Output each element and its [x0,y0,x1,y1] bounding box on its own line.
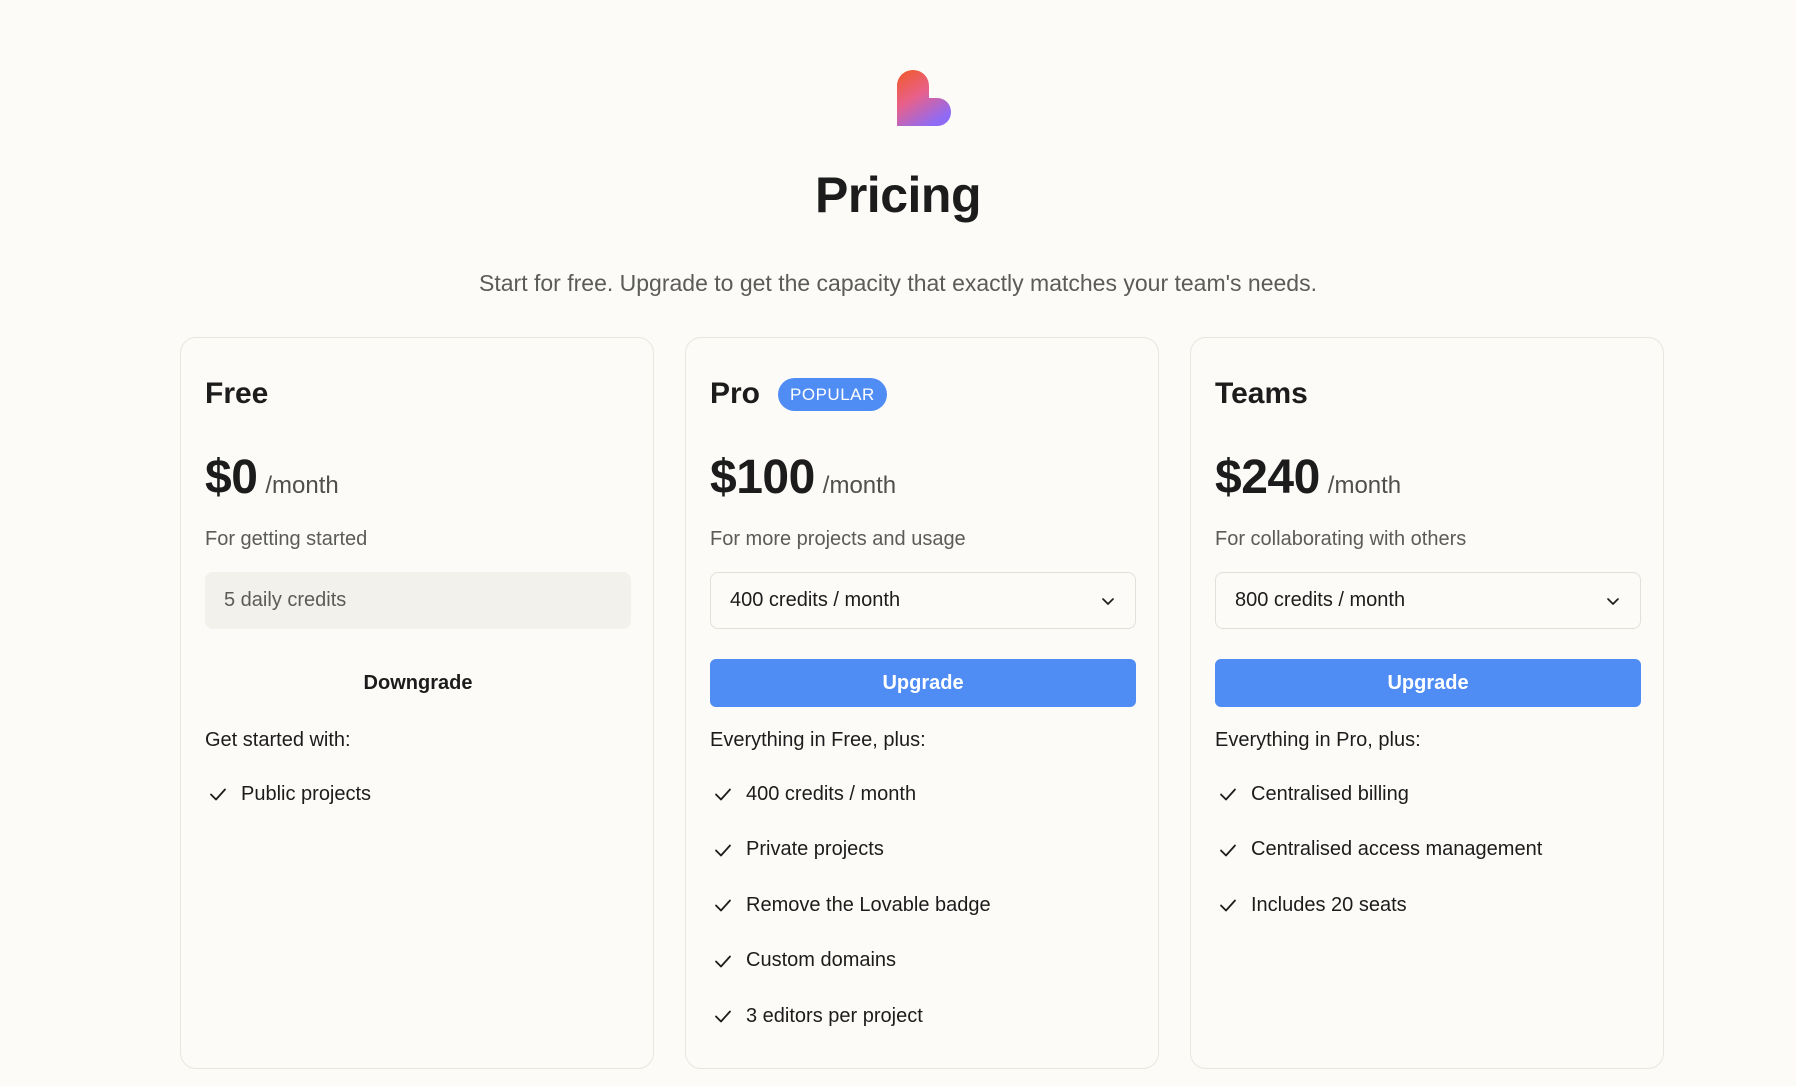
chevron-down-icon [1102,597,1114,605]
includes-heading: Everything in Pro, plus: [1215,729,1421,751]
plan-description: For getting started [205,528,368,550]
credits-select-value: 400 credits / month [730,589,901,611]
plan-description: For collaborating with others [1215,528,1467,550]
plan-price: $100 [710,451,815,504]
feature-list: 400 credits / month Private projects Rem… [710,780,991,1058]
feature-item: Centralised access management [1215,836,1542,864]
chevron-down-icon [1607,597,1619,605]
plan-card-teams: Teams $240 /month For collaborating with… [1190,337,1664,1069]
feature-label: Custom domains [746,949,897,971]
credits-select[interactable]: 800 credits / month [1215,572,1641,629]
page-title: Pricing [815,167,981,223]
price-period: /month [822,472,897,499]
pricing-cards: Free $0 /month For getting started 5 dai… [180,337,1664,1069]
feature-label: 3 editors per project [746,1004,923,1027]
plan-header: Pro POPULAR [710,374,887,414]
price-period: /month [265,472,339,499]
price-row: $240 /month [1215,446,1401,510]
plan-description: For more projects and usage [710,528,966,550]
check-icon [1220,844,1236,856]
check-icon [1220,788,1236,801]
feature-label: Private projects [746,838,884,860]
upgrade-button[interactable]: Upgrade [1215,659,1641,707]
feature-item: 400 credits / month [710,780,991,808]
feature-item: Public projects [205,780,371,808]
plan-price: $0 [205,451,258,504]
plan-card-free: Free $0 /month For getting started 5 dai… [180,337,654,1069]
feature-label: Centralised billing [1251,782,1409,805]
credits-display: 5 daily credits [205,572,631,629]
check-icon [715,844,731,856]
feature-list: Centralised billing Centralised access m… [1215,780,1542,947]
feature-label: Remove the Lovable badge [746,893,991,916]
page-subtitle: Start for free. Upgrade to get the capac… [479,270,1317,296]
downgrade-button[interactable]: Downgrade [205,659,631,707]
feature-item: Includes 20 seats [1215,891,1542,919]
check-icon [715,955,731,967]
upgrade-button[interactable]: Upgrade [710,659,1136,707]
feature-item: 3 editors per project [710,1002,991,1030]
price-row: $100 /month [710,446,896,510]
credits-select[interactable]: 400 credits / month [710,572,1136,629]
plan-name: Teams [1215,377,1308,410]
plan-card-pro: Pro POPULAR $100 /month For more project… [685,337,1159,1069]
check-icon [715,899,731,912]
includes-heading: Get started with: [205,729,351,751]
check-icon [210,788,226,801]
check-icon [715,1010,731,1023]
feature-list: Public projects [205,780,371,836]
feature-item: Custom domains [710,947,991,975]
feature-label: Centralised access management [1251,838,1543,860]
plan-header: Free [205,374,268,414]
plan-header: Teams [1215,374,1308,414]
price-period: /month [1327,472,1402,499]
popular-badge: POPULAR [778,377,887,411]
price-row: $0 /month [205,446,339,510]
credits-select-value: 800 credits / month [1235,589,1406,611]
feature-item: Private projects [710,836,991,864]
includes-heading: Everything in Free, plus: [710,729,926,751]
feature-item: Centralised billing [1215,780,1542,808]
feature-label: Includes 20 seats [1251,893,1407,916]
check-icon [1220,899,1236,912]
feature-label: Public projects [241,782,372,805]
plan-name: Pro [710,377,761,410]
check-icon [715,788,731,801]
heart-logo-icon [897,70,951,126]
feature-label: 400 credits / month [746,782,917,805]
plan-price: $240 [1215,451,1320,504]
feature-item: Remove the Lovable badge [710,891,991,919]
plan-name: Free [205,377,269,410]
